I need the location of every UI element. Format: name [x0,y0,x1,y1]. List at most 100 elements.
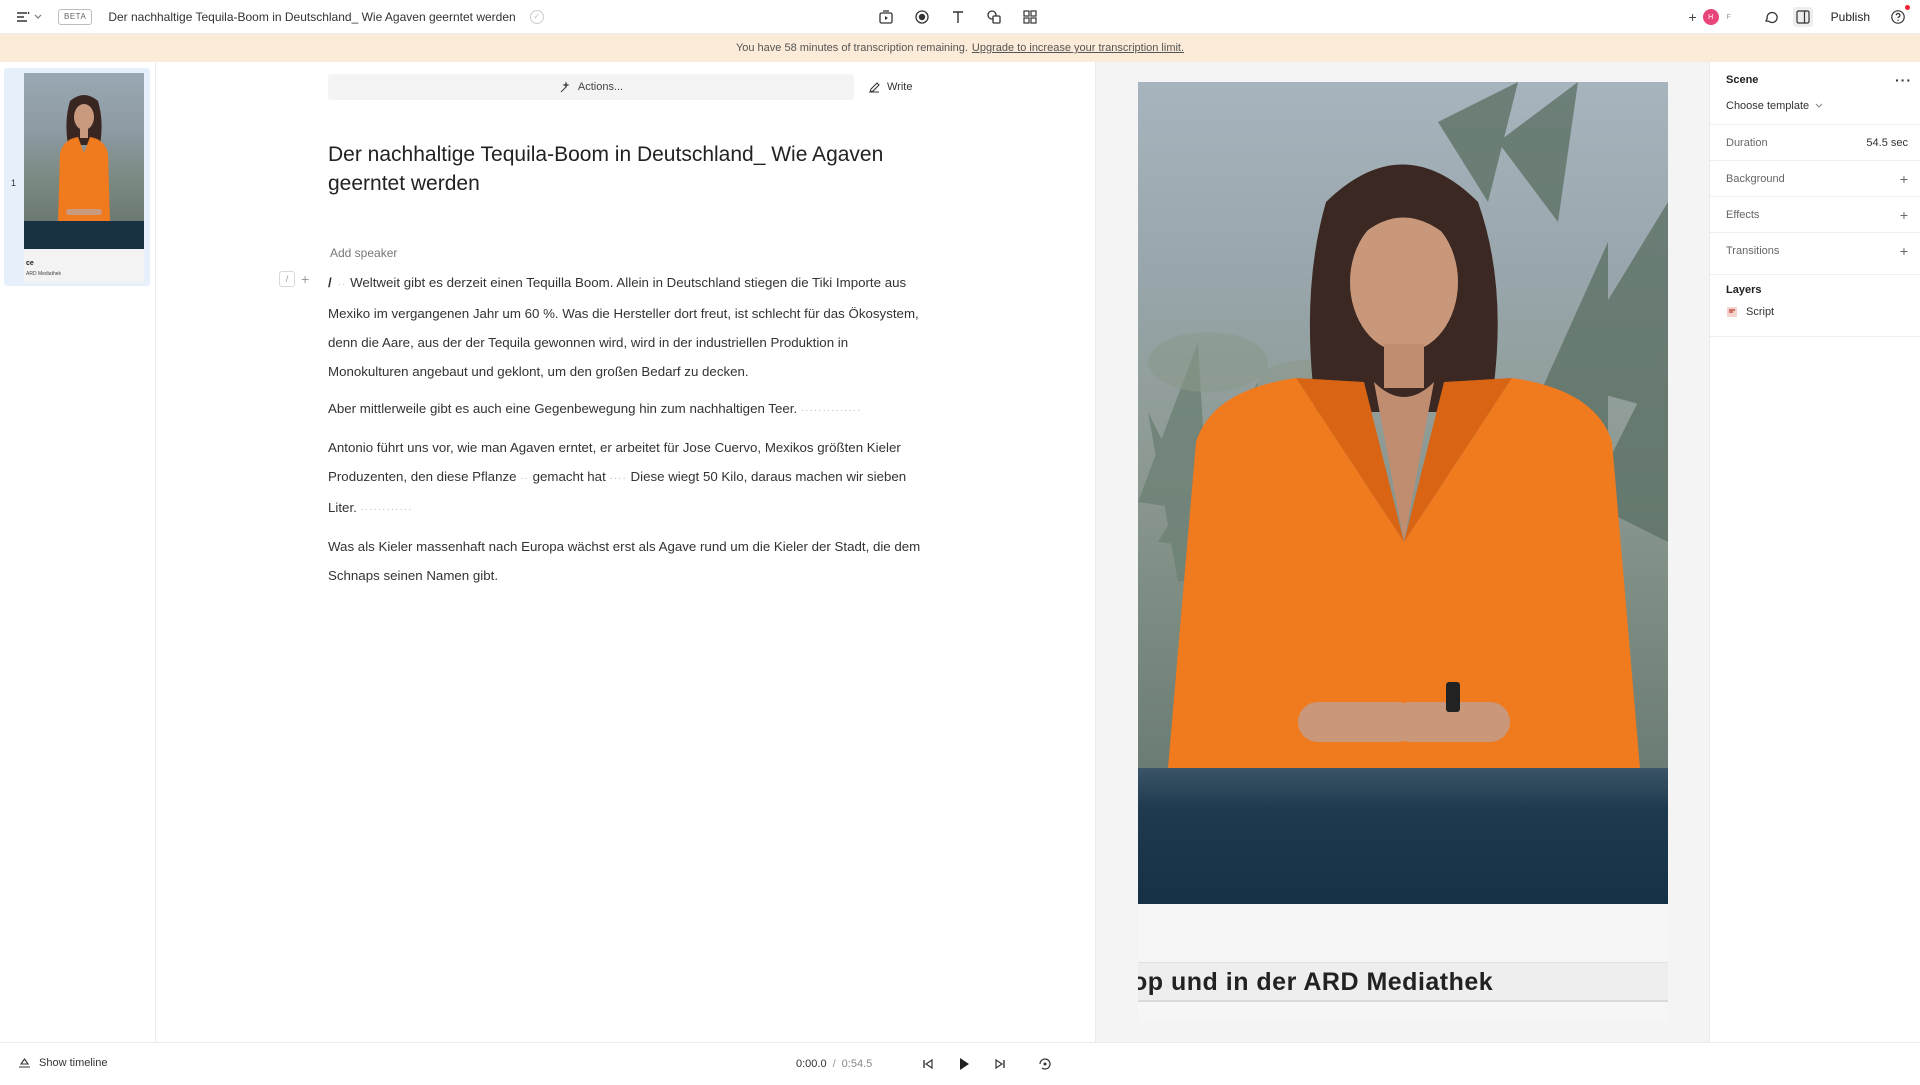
background-row[interactable]: Background + [1710,160,1920,196]
add-transition-button[interactable]: + [1900,243,1908,259]
templates-grid-button[interactable] [1020,7,1040,27]
play-button[interactable] [954,1053,974,1075]
video-desk [1138,768,1668,904]
effects-label: Effects [1726,208,1760,221]
avatar: H [1702,9,1719,25]
loop-button[interactable] [1035,1053,1055,1075]
presenter-thumbnail [58,95,110,221]
layer-script[interactable]: Script [1726,306,1774,318]
actions-button[interactable]: Actions... [328,74,854,100]
script-paragraph[interactable]: / ·· Weltweit gibt es derzeit einen Tequi… [328,268,928,386]
sparkle-icon [560,80,570,92]
paragraph-tools: / + [279,271,309,287]
background-label: Background [1726,172,1785,185]
video-canvas[interactable]: op und in der ARD Mediathek [1138,82,1668,1022]
scene-heading: Scene [1726,74,1759,86]
shapes-icon [987,10,1001,24]
chevron-down-icon [34,14,42,19]
scene-header: Scene ··· [1726,72,1912,88]
script-paragraph[interactable]: Antonio führt uns vor, wie man Agaven er… [328,433,928,524]
paragraph-text: Was als Kieler massenhaft nach Europa wä… [328,539,921,583]
publish-button[interactable]: Publish [1825,10,1876,24]
scene-sidebar: 1 ce ARD Mediathek [0,62,156,1042]
scene-icon [879,10,893,24]
record-button[interactable] [912,7,932,27]
transcription-banner: You have 58 minutes of transcription rem… [0,34,1920,62]
write-button[interactable]: Write [868,74,912,100]
thumb-caption: ARD Mediathek [26,271,62,277]
toggle-panel-button[interactable] [1792,7,1813,27]
playback-time: 0:00.0 / 0:54.5 [796,1058,872,1070]
ticker-text: op und in der ARD Mediathek [1138,968,1494,996]
script-title[interactable]: Der nachhaltige Tequila-Boom in Deutschl… [328,140,888,198]
transport-controls [918,1053,1010,1075]
scene-preview-image: ce ARD Mediathek [24,73,144,283]
pause-marker: ·· [520,473,529,484]
pause-marker: ·· [337,279,347,290]
menu-icon [17,11,30,22]
script-editor: Actions... Write Der nachhaltige Tequila… [156,62,1096,1042]
beta-badge: BETA [58,8,93,25]
avatar-secondary: F [1720,9,1737,25]
paragraph-text: Weltweit gibt es derzeit einen Tequilla … [328,275,919,379]
add-effect-button[interactable]: + [1900,207,1908,223]
comment-icon [1764,11,1778,24]
total-time: 0:54.5 [841,1058,873,1070]
collaborators[interactable]: + H F [1688,9,1737,25]
video-preview-panel: op und in der ARD Mediathek [1096,62,1710,1042]
comments-button[interactable] [1761,7,1781,27]
actions-label: Actions... [577,81,624,93]
help-button[interactable] [1888,5,1910,27]
more-options-button[interactable]: ··· [1895,72,1912,88]
divider [1710,274,1920,275]
write-label: Write [887,81,913,93]
upgrade-link[interactable]: Upgrade to increase your transcription l… [972,42,1184,54]
slash-command-button[interactable]: / [279,271,295,287]
show-timeline-label: Show timeline [39,1057,108,1069]
main-menu-button[interactable] [16,11,42,23]
scene-number: 1 [11,178,17,188]
paragraph-text: gemacht hat [532,469,606,484]
choose-template-dropdown[interactable]: Choose template [1726,100,1823,112]
notification-dot [1905,5,1910,10]
effects-row[interactable]: Effects + [1710,196,1920,232]
skip-forward-button[interactable] [990,1053,1010,1075]
agave-background-image [1138,82,1668,768]
skip-forward-icon [995,1058,1005,1070]
add-scene-button[interactable] [876,7,896,27]
divider [1710,336,1920,337]
plus-icon: + [1688,9,1697,25]
text-cursor: / [328,275,332,290]
transitions-row[interactable]: Transitions + [1710,232,1920,268]
layer-label: Script [1746,306,1775,318]
record-icon [915,10,929,24]
loop-icon [1039,1058,1051,1070]
text-icon [953,11,963,23]
add-background-button[interactable]: + [1900,171,1908,187]
sidebar-panel-icon [1796,10,1810,24]
grid-icon [1023,10,1037,24]
banner-text: You have 58 minutes of transcription rem… [735,42,968,54]
scene-thumbnail-1[interactable]: 1 ce ARD Mediathek [4,68,150,286]
add-speaker-button[interactable]: Add speaker [330,246,397,260]
timeline-icon [19,1058,30,1068]
bottom-toolbar: Show timeline 0:00.0 / 0:54.5 [0,1042,1920,1085]
duration-label: Duration [1726,136,1768,149]
add-block-button[interactable]: + [301,271,309,287]
template-label: Choose template [1726,100,1810,112]
show-timeline-button[interactable]: Show timeline [18,1057,107,1069]
script-paragraph[interactable]: Was als Kieler massenhaft nach Europa wä… [328,532,928,590]
text-tool-button[interactable] [948,7,968,27]
shapes-tool-button[interactable] [984,7,1004,27]
pause-marker: ············ [360,504,413,515]
help-icon [1891,10,1905,24]
sync-status-icon: ✓ [529,9,544,24]
top-toolbar: BETA Der nachhaltige Tequila-Boom in Deu… [0,0,1920,34]
chevron-down-icon [1815,103,1823,108]
script-body[interactable]: / ·· Weltweit gibt es derzeit einen Tequi… [328,268,928,598]
skip-back-button[interactable] [918,1053,938,1075]
document-title[interactable]: Der nachhaltige Tequila-Boom in Deutschl… [108,10,515,24]
script-paragraph[interactable]: Aber mittlerweile gibt es auch eine Gege… [328,394,928,425]
duration-row[interactable]: Duration 54.5 sec [1710,124,1920,160]
pause-marker: ···· [609,473,627,484]
